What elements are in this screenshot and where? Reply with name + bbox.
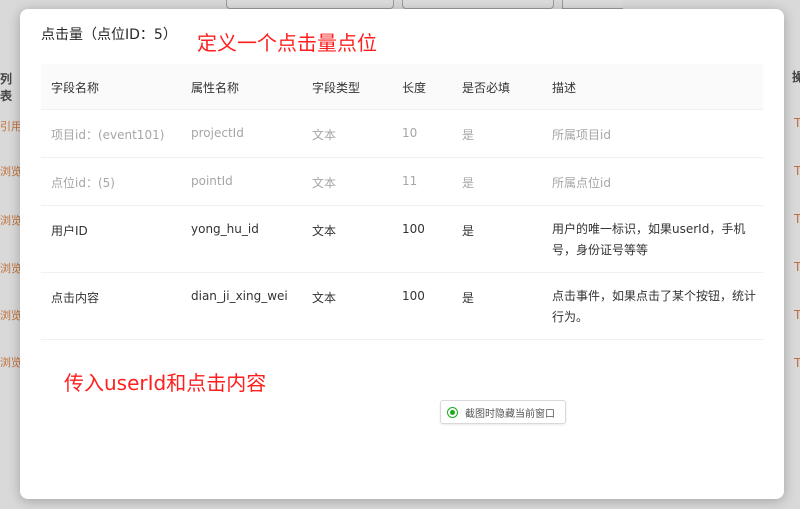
table-row: 用户ID yong_hu_id 文本 100 是 用户的唯一标识，如果userI… <box>41 206 763 273</box>
cell-field-type: 文本 <box>312 176 337 190</box>
background-input <box>226 0 394 9</box>
background-left-link: 浏览量 <box>0 214 20 227</box>
background-right-link: T <box>794 116 800 130</box>
cell-length: 100 <box>402 289 425 303</box>
background-input <box>402 0 554 9</box>
background-right-link: T <box>794 164 800 178</box>
annotation-pass-params: 传入userId和点击内容 <box>64 371 267 395</box>
column-header-length: 长度 <box>402 81 427 95</box>
background-left-header: 列表 <box>0 72 13 103</box>
background-left-link: 引用数 <box>0 120 20 133</box>
column-header-field-name: 字段名称 <box>51 81 100 95</box>
cell-length: 100 <box>402 222 425 236</box>
background-left-link: 浏览量 <box>0 356 20 369</box>
cell-field-type: 文本 <box>312 224 337 238</box>
background-left-column: 列表 引用数 浏览量 浏览量 浏览量 浏览量 浏览量 <box>0 60 20 509</box>
table-row: 点位id：(5) pointId 文本 11 是 所属点位id <box>41 158 763 206</box>
cell-length: 10 <box>402 126 418 140</box>
cell-field-name: 用户ID <box>51 224 88 238</box>
cell-field-type: 文本 <box>312 291 337 305</box>
column-header-required: 是否必填 <box>462 81 511 95</box>
field-definition-modal: 点击量（点位ID：5） 定义一个点击量点位 字段名称 属性名称 字段类型 长度 … <box>20 9 784 499</box>
cell-attribute-name: dian_ji_xing_wei <box>191 289 288 303</box>
table-row: 点击内容 dian_ji_xing_wei 文本 100 是 点击事件，如果点击… <box>41 273 763 340</box>
cell-attribute-name: pointId <box>191 174 233 188</box>
cell-field-name: 点击内容 <box>51 291 100 305</box>
background-left-link: 浏览量 <box>0 309 20 322</box>
background-right-header: 操 <box>792 70 800 84</box>
cell-field-name: 点位id：(5) <box>51 176 115 190</box>
modal-title: 点击量（点位ID：5） <box>41 27 177 43</box>
background-right-link: T <box>794 356 800 370</box>
column-header-description: 描述 <box>552 81 577 95</box>
cell-description: 用户的唯一标识，如果userId，手机号，身份证号等等 <box>552 222 746 257</box>
background-right-link: T <box>794 260 800 274</box>
capture-option-label: 截图时隐藏当前窗口 <box>465 408 555 420</box>
cell-field-name: 项目id：(event101) <box>51 128 165 142</box>
cell-attribute-name: projectId <box>191 126 244 140</box>
background-left-link: 浏览量 <box>0 165 20 178</box>
radio-checked-icon[interactable] <box>447 406 458 418</box>
annotation-define-point: 定义一个点击量点位 <box>197 31 377 55</box>
hide-window-on-capture-option[interactable]: 截图时隐藏当前窗口 <box>440 400 566 424</box>
column-header-attribute-name: 属性名称 <box>191 81 240 95</box>
cell-description: 所属项目id <box>552 128 611 142</box>
cell-attribute-name: yong_hu_id <box>191 222 259 236</box>
cell-field-type: 文本 <box>312 128 337 142</box>
cell-required: 是 <box>462 128 475 142</box>
table-row: 项目id：(event101) projectId 文本 10 是 所属项目id <box>41 110 763 158</box>
background-right-link: T <box>794 212 800 226</box>
background-right-link: T <box>794 308 800 322</box>
background-right-column: 操 T T T T T T <box>784 60 800 509</box>
cell-description: 点击事件，如果点击了某个按钮，统计行为。 <box>552 289 757 324</box>
cell-length: 11 <box>402 174 418 188</box>
field-table: 字段名称 属性名称 字段类型 长度 是否必填 描述 项目id：(event101… <box>41 64 763 340</box>
cell-required: 是 <box>462 291 475 305</box>
column-header-field-type: 字段类型 <box>312 81 361 95</box>
cell-required: 是 <box>462 224 475 238</box>
background-input <box>562 0 623 9</box>
background-left-link: 浏览量 <box>0 262 20 275</box>
cell-required: 是 <box>462 176 475 190</box>
cell-description: 所属点位id <box>552 176 611 190</box>
table-header: 字段名称 属性名称 字段类型 长度 是否必填 描述 <box>41 64 763 110</box>
